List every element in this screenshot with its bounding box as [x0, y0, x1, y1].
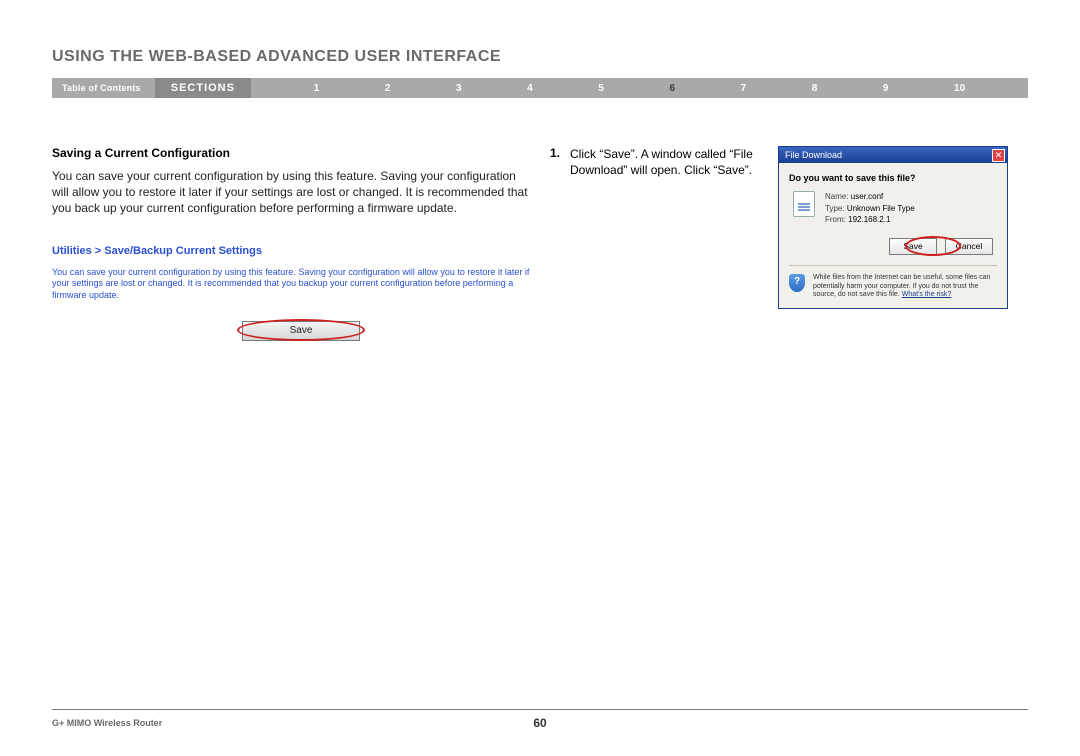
section-link-6[interactable]: 6 — [669, 83, 675, 94]
section-link-1[interactable]: 1 — [314, 83, 320, 94]
product-name: G+ MIMO Wireless Router — [52, 718, 162, 728]
section-numbers: 1 2 3 4 5 6 7 8 9 10 — [251, 83, 1028, 94]
section-link-10[interactable]: 10 — [954, 83, 965, 94]
file-download-dialog: File Download ✕ Do you want to save this… — [778, 146, 1008, 309]
file-icon — [793, 191, 815, 217]
toc-link[interactable]: Table of Contents — [52, 83, 155, 93]
page-footer: G+ MIMO Wireless Router 60 — [52, 709, 1028, 728]
dialog-titlebar: File Download ✕ — [779, 147, 1007, 163]
section-link-4[interactable]: 4 — [527, 83, 533, 94]
type-label: Type: — [825, 204, 845, 213]
section-link-2[interactable]: 2 — [385, 83, 391, 94]
section-link-8[interactable]: 8 — [812, 83, 818, 94]
section-nav-bar: Table of Contents SECTIONS 1 2 3 4 5 6 7… — [52, 78, 1028, 98]
page-number: 60 — [533, 716, 546, 730]
section-link-5[interactable]: 5 — [598, 83, 604, 94]
section-link-9[interactable]: 9 — [883, 83, 889, 94]
section-link-7[interactable]: 7 — [741, 83, 747, 94]
close-icon[interactable]: ✕ — [992, 149, 1005, 162]
dialog-question: Do you want to save this file? — [789, 173, 997, 183]
shield-icon — [789, 274, 805, 292]
from-label: From: — [825, 215, 846, 224]
chapter-title: USING THE WEB-BASED ADVANCED USER INTERF… — [52, 48, 1028, 66]
sections-label: SECTIONS — [155, 78, 251, 98]
section-link-3[interactable]: 3 — [456, 83, 462, 94]
utilities-panel: Utilities > Save/Backup Current Settings… — [52, 245, 532, 341]
section-body: You can save your current configuration … — [52, 168, 532, 217]
from-value: 192.168.2.1 — [848, 215, 890, 224]
utilities-breadcrumb: Utilities > Save/Backup Current Settings — [52, 245, 532, 257]
dialog-save-button[interactable]: Save — [889, 238, 937, 255]
risk-link[interactable]: What's the risk? — [902, 291, 952, 298]
save-button[interactable]: Save — [242, 321, 360, 341]
utilities-description: You can save your current configuration … — [52, 267, 532, 302]
step-text: Click “Save”. A window called “File Down… — [570, 146, 760, 178]
name-label: Name: — [825, 192, 849, 201]
dialog-warning: While files from the Internet can be use… — [813, 274, 997, 300]
name-value: user.conf — [851, 192, 883, 201]
type-value: Unknown File Type — [847, 204, 915, 213]
dialog-title-text: File Download — [785, 150, 842, 160]
step-number: 1. — [550, 146, 560, 178]
section-heading: Saving a Current Configuration — [52, 146, 532, 160]
dialog-cancel-button[interactable]: Cancel — [945, 238, 993, 255]
